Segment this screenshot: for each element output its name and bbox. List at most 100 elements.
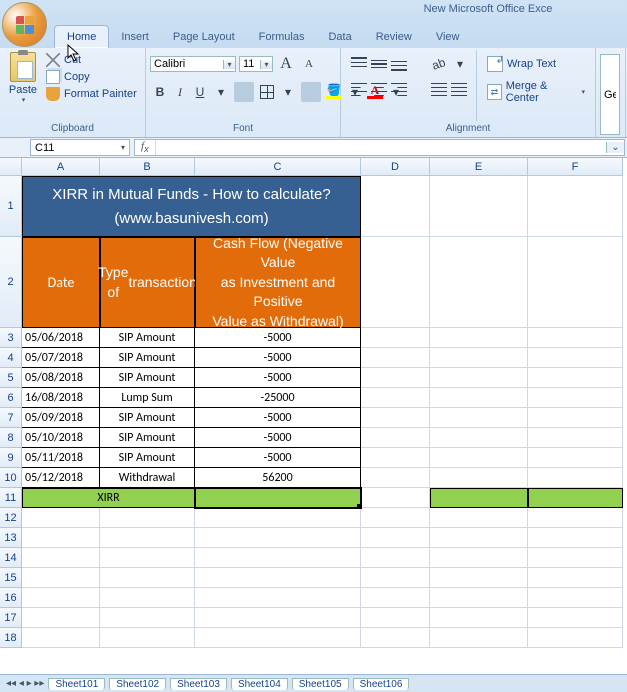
cell-type[interactable]: SIP Amount — [100, 368, 195, 388]
underline-button[interactable]: U — [190, 82, 210, 102]
xirr-label-cell[interactable]: XIRR — [22, 488, 195, 508]
sheet-tab[interactable]: Sheet103 — [170, 678, 227, 690]
borders-button[interactable] — [257, 82, 277, 102]
cell-date[interactable]: 05/06/2018 — [22, 328, 100, 348]
row-header[interactable]: 11 — [0, 488, 22, 508]
cell-cashflow[interactable]: -5000 — [195, 448, 361, 468]
align-top-button[interactable] — [349, 54, 369, 74]
paste-button[interactable]: Paste ▾ — [4, 50, 42, 121]
select-all-corner[interactable] — [0, 158, 22, 176]
cell-cashflow[interactable]: 56200 — [195, 468, 361, 488]
cell-date[interactable]: 05/12/2018 — [22, 468, 100, 488]
header-type[interactable]: Type oftransaction — [100, 237, 195, 328]
tab-formulas[interactable]: Formulas — [247, 26, 317, 48]
worksheet-grid[interactable]: 1 2 3 4 5 6 7 8 9 10 11 12 13 14 15 16 1… — [0, 158, 627, 674]
selected-cell[interactable] — [195, 488, 361, 508]
sheet-tab[interactable]: Sheet105 — [292, 678, 349, 690]
cell-type[interactable]: SIP Amount — [100, 448, 195, 468]
tab-home[interactable]: Home — [54, 25, 109, 48]
sheet-nav-buttons[interactable]: ◂◂ ◂ ▸ ▸▸ — [6, 678, 44, 689]
row-header[interactable]: 18 — [0, 628, 22, 648]
row-header[interactable]: 17 — [0, 608, 22, 628]
cell-date[interactable]: 05/10/2018 — [22, 428, 100, 448]
cell-cashflow[interactable]: -25000 — [195, 388, 361, 408]
increase-indent-button[interactable] — [449, 80, 469, 100]
cell-date[interactable]: 05/08/2018 — [22, 368, 100, 388]
col-header[interactable]: E — [430, 158, 528, 176]
tab-page-layout[interactable]: Page Layout — [161, 26, 247, 48]
copy-button[interactable]: Copy — [42, 69, 141, 85]
cell-date[interactable]: 16/08/2018 — [22, 388, 100, 408]
row-header[interactable]: 12 — [0, 508, 22, 528]
number-format-combo[interactable] — [600, 54, 620, 135]
cell-cashflow[interactable]: -5000 — [195, 368, 361, 388]
sheet-tab[interactable]: Sheet102 — [109, 678, 166, 690]
align-left-button[interactable] — [349, 80, 369, 100]
align-right-button[interactable] — [389, 80, 409, 100]
row-header[interactable]: 15 — [0, 568, 22, 588]
expand-formula-bar-button[interactable]: ⌄ — [606, 142, 624, 153]
decrease-indent-button[interactable] — [429, 80, 449, 100]
cell-cashflow[interactable]: -5000 — [195, 348, 361, 368]
chevron-down-icon[interactable]: ▾ — [260, 60, 272, 69]
tab-insert[interactable]: Insert — [109, 26, 161, 48]
cell-cashflow[interactable]: -5000 — [195, 328, 361, 348]
row-header[interactable]: 4 — [0, 348, 22, 368]
cell-type[interactable]: SIP Amount — [100, 428, 195, 448]
cell-type[interactable]: SIP Amount — [100, 328, 195, 348]
wrap-text-button[interactable]: Wrap Text — [483, 54, 589, 74]
col-header[interactable]: D — [361, 158, 430, 176]
cut-button[interactable]: Cut — [42, 52, 141, 68]
row-header[interactable]: 7 — [0, 408, 22, 428]
row-header[interactable]: 14 — [0, 548, 22, 568]
header-date[interactable]: Date — [22, 237, 100, 328]
tab-review[interactable]: Review — [364, 26, 424, 48]
sheet-tab[interactable]: Sheet104 — [231, 678, 288, 690]
row-header[interactable]: 9 — [0, 448, 22, 468]
col-header[interactable]: A — [22, 158, 100, 176]
cell-date[interactable]: 05/07/2018 — [22, 348, 100, 368]
cell-cashflow[interactable]: -5000 — [195, 428, 361, 448]
align-bottom-button[interactable] — [389, 54, 409, 74]
row-header[interactable]: 3 — [0, 328, 22, 348]
row-header[interactable]: 13 — [0, 528, 22, 548]
grow-font-button[interactable]: A — [276, 54, 296, 74]
row-header[interactable]: 16 — [0, 588, 22, 608]
row-header[interactable]: 2 — [0, 237, 22, 328]
chevron-down-icon[interactable]: ▾ — [121, 143, 125, 152]
align-middle-button[interactable] — [369, 54, 389, 74]
chevron-down-icon[interactable]: ▾ — [223, 60, 235, 69]
formula-bar[interactable]: fx ⌄ — [134, 139, 625, 156]
bold-button[interactable]: B — [150, 82, 170, 102]
name-box[interactable]: C11▾ — [30, 139, 130, 156]
merge-center-button[interactable]: ⇄Merge & Center▾ — [483, 78, 589, 106]
tab-data[interactable]: Data — [316, 26, 363, 48]
cell-cashflow[interactable]: -5000 — [195, 408, 361, 428]
italic-button[interactable]: I — [170, 82, 190, 102]
row-header[interactable]: 5 — [0, 368, 22, 388]
sheet-tab[interactable]: Sheet106 — [353, 678, 410, 690]
col-header[interactable]: C — [195, 158, 361, 176]
cell-type[interactable]: Withdrawal — [100, 468, 195, 488]
sheet-tab[interactable]: Sheet101 — [48, 678, 105, 690]
cell-date[interactable]: 05/09/2018 — [22, 408, 100, 428]
font-size-combo[interactable]: ▾ — [239, 56, 273, 72]
orientation-button[interactable]: ab — [429, 54, 449, 74]
format-painter-button[interactable]: Format Painter — [42, 86, 141, 102]
table-title[interactable]: XIRR in Mutual Funds - How to calculate?… — [22, 176, 361, 237]
col-header[interactable]: B — [100, 158, 195, 176]
row-header[interactable]: 1 — [0, 176, 22, 237]
row-header[interactable]: 8 — [0, 428, 22, 448]
cell-type[interactable]: SIP Amount — [100, 408, 195, 428]
cell-type[interactable]: SIP Amount — [100, 348, 195, 368]
row-header[interactable]: 10 — [0, 468, 22, 488]
cell-date[interactable]: 05/11/2018 — [22, 448, 100, 468]
col-header[interactable]: F — [528, 158, 623, 176]
office-button[interactable] — [2, 2, 47, 47]
cell-type[interactable]: Lump Sum — [100, 388, 195, 408]
fx-icon[interactable]: fx — [135, 140, 156, 154]
font-name-combo[interactable]: ▾ — [150, 56, 236, 72]
header-cashflow[interactable]: Cash Flow (Negative Valueas Investment a… — [195, 237, 361, 328]
tab-view[interactable]: View — [424, 26, 472, 48]
shrink-font-button[interactable]: A — [299, 54, 319, 74]
